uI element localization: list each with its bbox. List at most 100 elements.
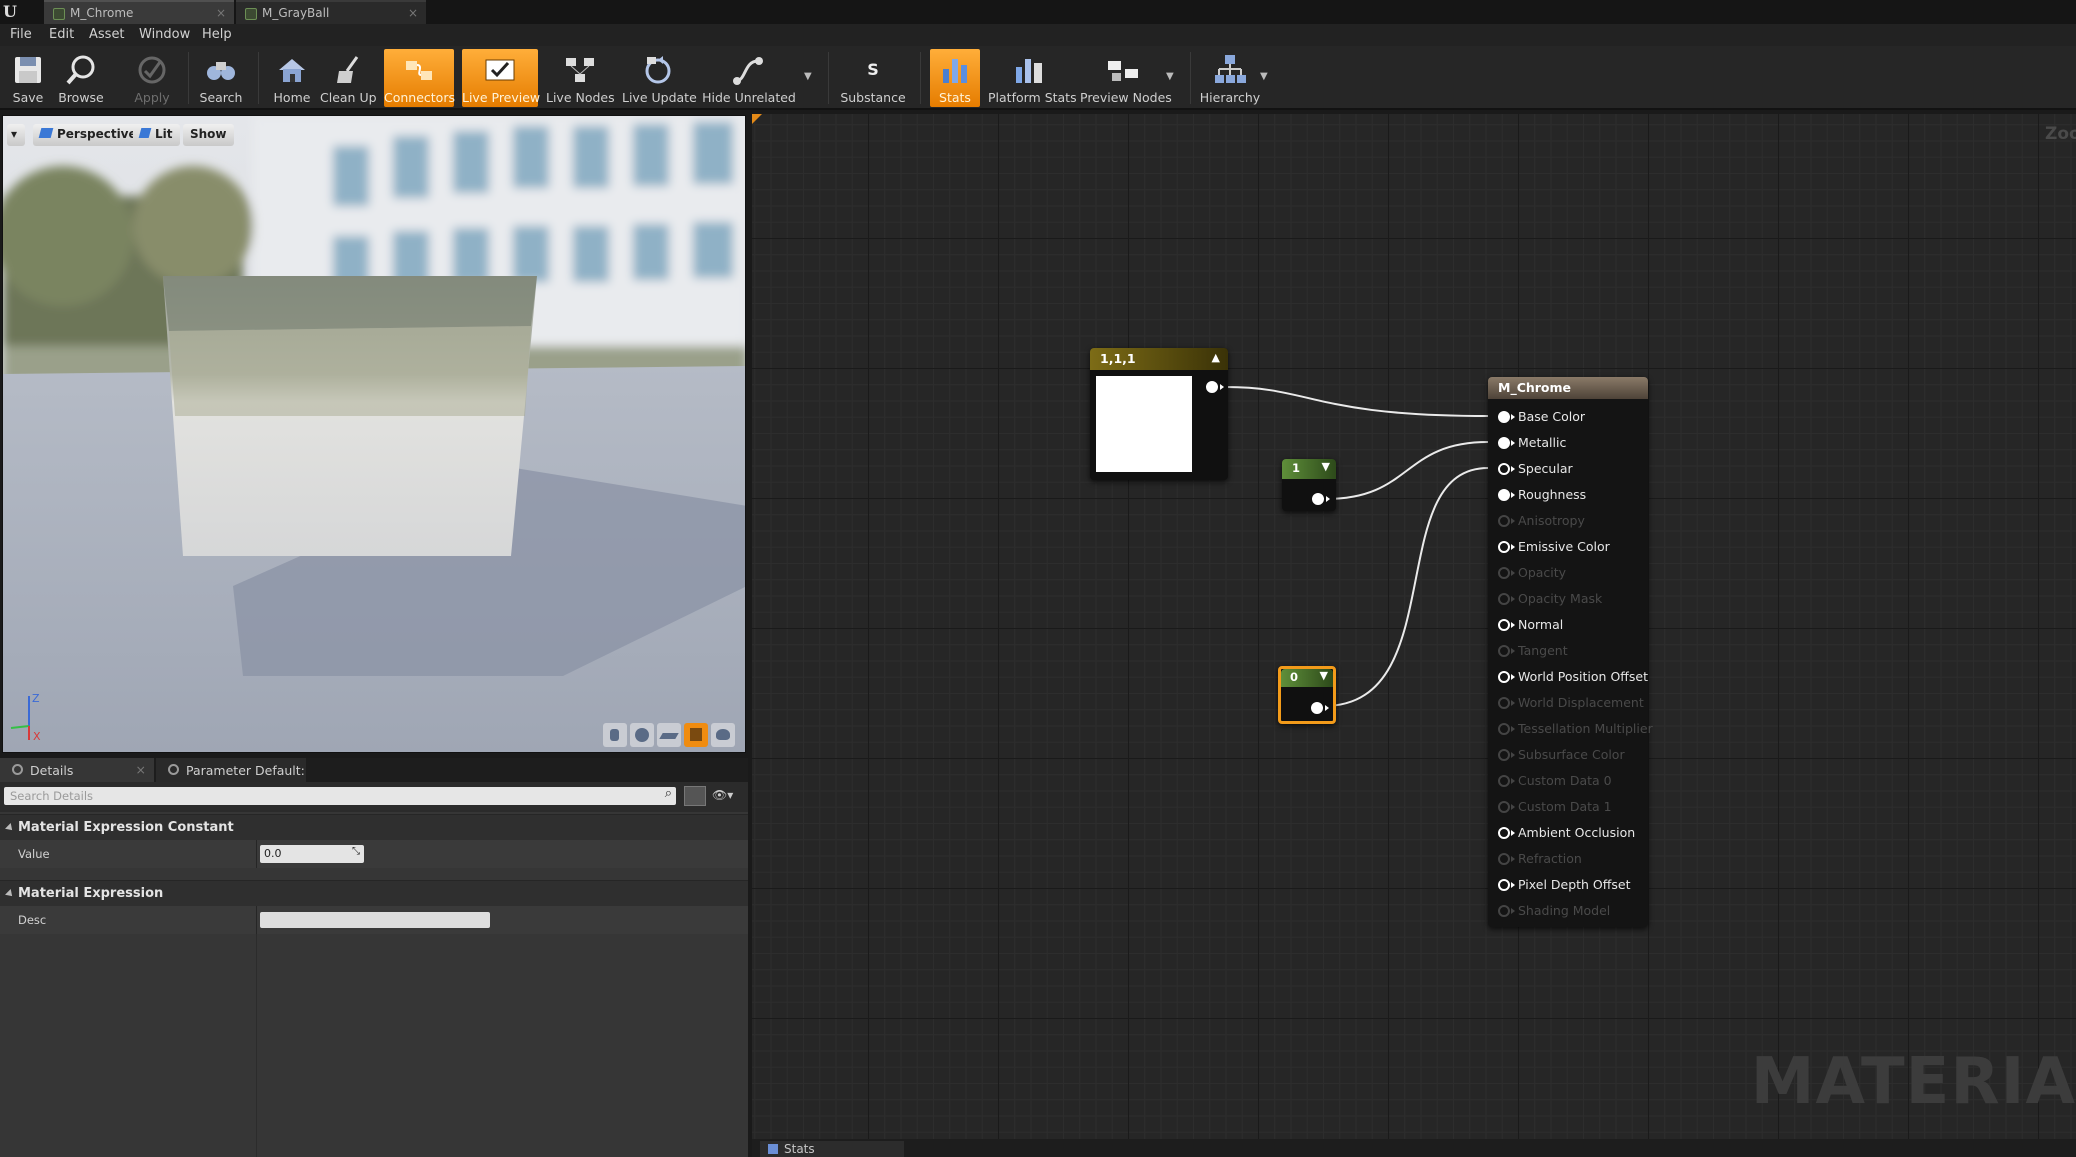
input-pin[interactable]	[1498, 437, 1510, 449]
result-input-row[interactable]: Pixel Depth Offset	[1488, 872, 1648, 898]
input-pin[interactable]	[1498, 827, 1510, 839]
hierarchy-button[interactable]: Hierarchy	[1198, 49, 1262, 107]
result-input-row[interactable]: Specular	[1488, 456, 1648, 482]
input-pin[interactable]	[1498, 671, 1510, 683]
close-icon[interactable]: ×	[408, 6, 418, 20]
material-preview-viewport[interactable]: Z X ▾ Perspective Lit Show	[2, 115, 746, 753]
live-preview-button[interactable]: Live Preview	[462, 49, 540, 107]
hide-unrelated-button[interactable]: Hide Unrelated	[702, 49, 796, 107]
menu-edit[interactable]: Edit	[49, 27, 74, 42]
viewport-options-dropdown[interactable]: ▾	[7, 124, 25, 146]
result-input-row[interactable]: World Position Offset	[1488, 664, 1648, 690]
constant-node-0[interactable]: 0 ▼	[1278, 666, 1336, 724]
category-material-expression-constant[interactable]: Material Expression Constant	[0, 814, 748, 840]
result-input-row[interactable]: Tangent	[1488, 638, 1648, 664]
constant3vector-node[interactable]: 1,1,1 ▲	[1090, 348, 1228, 480]
preview-nodes-button[interactable]: Preview Nodes	[1080, 49, 1172, 107]
show-button[interactable]: Show	[183, 124, 234, 146]
pin-arrow-icon	[1511, 804, 1515, 810]
table-view-icon[interactable]	[684, 786, 706, 806]
live-nodes-button[interactable]: Live Nodes	[546, 49, 615, 107]
stats-button[interactable]: Stats	[930, 49, 980, 107]
input-pin[interactable]	[1498, 411, 1510, 423]
sphere-shape-button[interactable]	[630, 723, 654, 747]
input-pin[interactable]	[1498, 463, 1510, 475]
result-input-row[interactable]: Metallic	[1488, 430, 1648, 456]
cube-shape-button[interactable]	[684, 723, 708, 747]
chevron-down-icon: ▾	[11, 127, 18, 141]
pin-arrow-icon	[1511, 726, 1515, 732]
live-update-button[interactable]: Live Update	[622, 49, 697, 107]
search-button[interactable]: Search	[196, 49, 246, 107]
category-material-expression[interactable]: Material Expression	[0, 880, 748, 906]
unreal-logo-icon[interactable]: U	[3, 2, 23, 22]
tab-parameter-defaults[interactable]: Parameter Default:	[156, 758, 306, 782]
apply-button[interactable]: Apply	[128, 49, 176, 107]
browse-button[interactable]: Browse	[56, 49, 106, 107]
menu-file[interactable]: File	[10, 27, 32, 42]
connectors-button[interactable]: Connectors	[384, 49, 455, 107]
result-input-row[interactable]: Ambient Occlusion	[1488, 820, 1648, 846]
hide-unrelated-dropdown-icon[interactable]: ▼	[804, 71, 812, 82]
perspective-button[interactable]: Perspective	[33, 124, 144, 146]
plane-shape-button[interactable]	[657, 723, 681, 747]
menu-window[interactable]: Window	[139, 27, 190, 42]
value-input[interactable]: 0.0 ⤡	[260, 845, 364, 863]
tab-m-chrome[interactable]: M_Chrome ×	[44, 0, 234, 24]
home-button[interactable]: Home	[270, 49, 314, 107]
desc-input[interactable]	[260, 912, 490, 928]
clean-up-button[interactable]: Clean Up	[320, 49, 377, 107]
result-input-row[interactable]: Custom Data 1	[1488, 794, 1648, 820]
result-input-row[interactable]: Opacity Mask	[1488, 586, 1648, 612]
custom-mesh-button[interactable]	[711, 723, 735, 747]
output-pin[interactable]	[1311, 702, 1323, 714]
hierarchy-dropdown-icon[interactable]: ▼	[1260, 71, 1268, 82]
output-pin[interactable]	[1312, 493, 1324, 505]
input-pin[interactable]	[1498, 879, 1510, 891]
result-input-row[interactable]: Roughness	[1488, 482, 1648, 508]
result-input-row[interactable]: Anisotropy	[1488, 508, 1648, 534]
input-pin	[1498, 853, 1510, 865]
result-input-row[interactable]: Opacity	[1488, 560, 1648, 586]
input-pin[interactable]	[1498, 619, 1510, 631]
platform-stats-button[interactable]: Platform Stats	[988, 49, 1077, 107]
expand-triangle-icon[interactable]: ▼	[1322, 460, 1330, 473]
close-icon[interactable]: ×	[136, 762, 146, 777]
result-input-row[interactable]: World Displacement	[1488, 690, 1648, 716]
material-graph-canvas[interactable]: Zoom 1,1,1 ▲ 1 ▼ 0 ▼ M_Chrome	[752, 114, 2076, 1139]
tab-m-grayball[interactable]: M_GrayBall ×	[236, 0, 426, 24]
menu-help[interactable]: Help	[202, 27, 232, 42]
result-input-row[interactable]: Subsurface Color	[1488, 742, 1648, 768]
input-label: Ambient Occlusion	[1518, 825, 1636, 840]
result-input-row[interactable]: Normal	[1488, 612, 1648, 638]
result-input-row[interactable]: Tessellation Multiplier	[1488, 716, 1653, 742]
menu-asset[interactable]: Asset	[89, 27, 125, 42]
expand-triangle-icon[interactable]: ▼	[1320, 669, 1328, 682]
result-input-row[interactable]: Shading Model	[1488, 898, 1648, 924]
input-pin[interactable]	[1498, 541, 1510, 553]
search-details-input[interactable]: Search Details ⌕	[4, 786, 676, 805]
result-input-row[interactable]: Emissive Color	[1488, 534, 1648, 560]
pin-arrow-icon	[1511, 830, 1515, 836]
save-button[interactable]: Save	[6, 49, 50, 107]
result-input-row[interactable]: Custom Data 0	[1488, 768, 1648, 794]
tab-stats[interactable]: Stats	[760, 1141, 904, 1157]
input-label: Normal	[1518, 617, 1564, 632]
preview-nodes-dropdown-icon[interactable]: ▼	[1166, 71, 1174, 82]
visibility-options-icon[interactable]: 👁▾	[712, 788, 733, 802]
collapse-triangle-icon[interactable]: ▲	[1212, 351, 1220, 364]
output-pin[interactable]	[1206, 381, 1218, 393]
material-result-node[interactable]: M_Chrome Base Color Metallic Specular Rough…	[1488, 377, 1653, 927]
platform-stats-icon	[1016, 59, 1042, 83]
input-pin	[1498, 775, 1510, 787]
constant-node-1[interactable]: 1 ▼	[1282, 459, 1336, 511]
input-pin[interactable]	[1498, 489, 1510, 501]
tab-details[interactable]: Details ×	[0, 758, 154, 782]
lit-button[interactable]: Lit	[133, 124, 180, 146]
substance-button[interactable]: S Substance	[838, 49, 908, 107]
close-icon[interactable]: ×	[216, 6, 226, 20]
result-input-row[interactable]: Base Color	[1488, 404, 1648, 430]
graph-wires	[1225, 386, 1489, 707]
cylinder-shape-button[interactable]	[603, 723, 627, 747]
result-input-row[interactable]: Refraction	[1488, 846, 1648, 872]
